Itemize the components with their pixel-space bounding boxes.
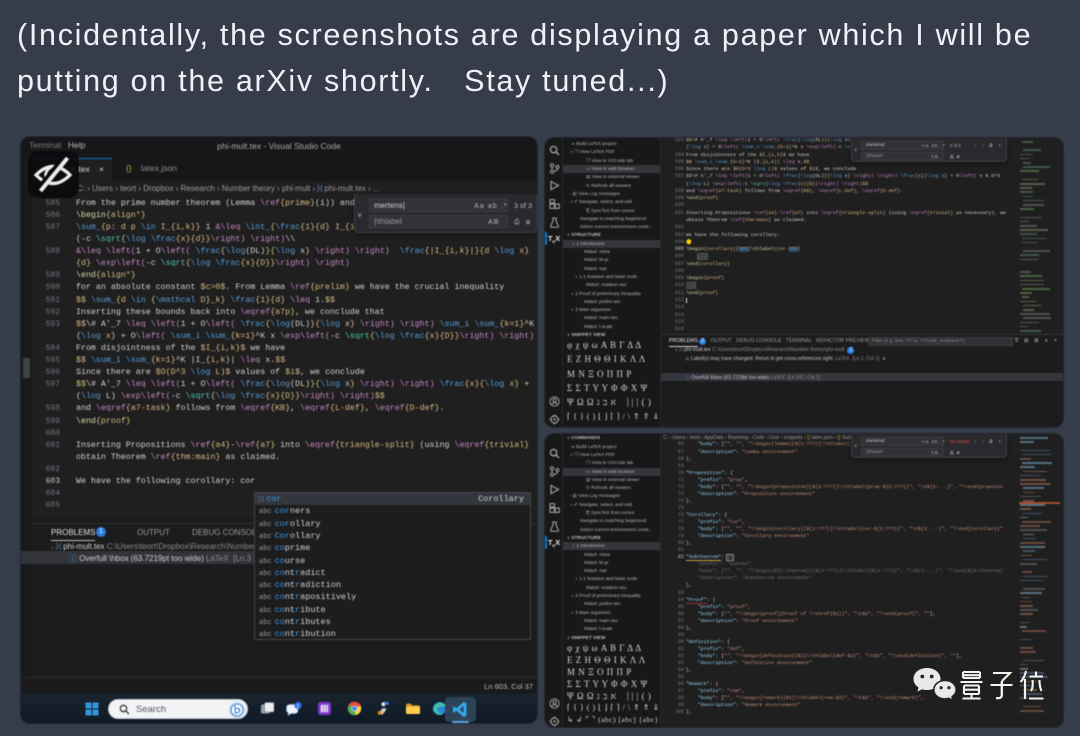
svg-text:1: 1 (296, 704, 299, 710)
